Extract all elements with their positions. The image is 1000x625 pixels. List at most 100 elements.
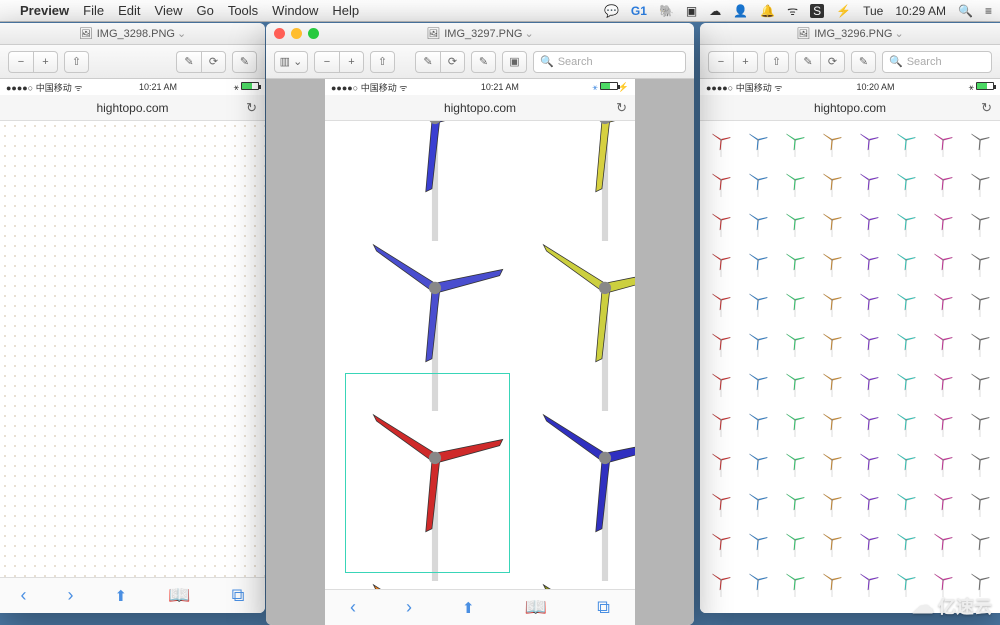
forward-button[interactable]: › — [406, 597, 412, 618]
mini-turbine[interactable] — [924, 523, 961, 563]
mini-turbine[interactable] — [813, 203, 850, 243]
reload-icon[interactable]: ↻ — [616, 100, 627, 116]
mini-turbine[interactable] — [739, 523, 776, 563]
traffic-lights[interactable] — [274, 28, 319, 39]
menu-help[interactable]: Help — [332, 3, 359, 18]
mini-turbine[interactable] — [850, 363, 887, 403]
menu-go[interactable]: Go — [196, 3, 213, 18]
mini-turbine[interactable] — [776, 523, 813, 563]
mini-turbine[interactable] — [924, 243, 961, 283]
mini-turbine[interactable] — [961, 283, 998, 323]
titlebar[interactable]: 🖼 IMG_3297.PNG ⌄ — [266, 23, 694, 45]
mini-turbine[interactable] — [702, 363, 739, 403]
s-icon[interactable]: S — [810, 4, 824, 18]
search-field[interactable]: 🔍Search — [882, 51, 992, 73]
mini-turbine[interactable] — [813, 403, 850, 443]
back-button[interactable]: ‹ — [350, 597, 356, 618]
rotate-button[interactable]: ⟳ — [201, 51, 226, 73]
mini-turbine[interactable] — [739, 363, 776, 403]
mini-turbine[interactable] — [924, 283, 961, 323]
turbine[interactable] — [355, 551, 515, 589]
spotlight-icon[interactable]: 🔍 — [958, 4, 973, 18]
mini-turbine[interactable] — [776, 363, 813, 403]
mini-turbine[interactable] — [739, 443, 776, 483]
mini-turbine[interactable] — [850, 323, 887, 363]
mini-turbine[interactable] — [887, 403, 924, 443]
mini-turbine[interactable] — [887, 323, 924, 363]
zoom-in-button[interactable]: + — [733, 51, 758, 73]
forward-button[interactable]: › — [68, 585, 74, 606]
mini-turbine[interactable] — [739, 483, 776, 523]
user-icon[interactable]: 👤 — [733, 4, 748, 18]
mini-turbine[interactable] — [776, 203, 813, 243]
mini-turbine[interactable] — [924, 323, 961, 363]
mini-turbine[interactable] — [776, 483, 813, 523]
zoom-out-button[interactable]: − — [314, 51, 339, 73]
mini-turbine[interactable] — [961, 363, 998, 403]
mini-turbine[interactable] — [776, 403, 813, 443]
mini-turbine[interactable] — [813, 123, 850, 163]
phone-body-dots[interactable] — [0, 121, 265, 577]
chevron-down-icon[interactable]: ⌄ — [525, 27, 534, 40]
mini-turbine[interactable] — [702, 243, 739, 283]
share-icon[interactable]: ⬆︎ — [462, 599, 475, 617]
mini-turbine[interactable] — [850, 283, 887, 323]
zoom-out-button[interactable]: − — [708, 51, 733, 73]
menu-view[interactable]: View — [155, 3, 183, 18]
mini-turbine[interactable] — [813, 283, 850, 323]
mini-turbine[interactable] — [813, 443, 850, 483]
mini-turbine[interactable] — [739, 203, 776, 243]
mini-turbine[interactable] — [961, 243, 998, 283]
bell-icon[interactable]: 🔔 — [760, 4, 775, 18]
zoom-in-button[interactable]: + — [339, 51, 364, 73]
share-icon[interactable]: ⬆︎ — [115, 587, 128, 605]
mini-turbine[interactable] — [961, 483, 998, 523]
menu-icon[interactable]: ≡ — [985, 4, 992, 18]
mini-turbine[interactable] — [739, 163, 776, 203]
mini-turbine[interactable] — [850, 243, 887, 283]
mini-turbine[interactable] — [702, 323, 739, 363]
mini-turbine[interactable] — [961, 403, 998, 443]
menu-file[interactable]: File — [83, 3, 104, 18]
mini-turbine[interactable] — [850, 163, 887, 203]
mini-turbine[interactable] — [702, 563, 739, 603]
mini-turbine[interactable] — [813, 563, 850, 603]
mini-turbine[interactable] — [739, 243, 776, 283]
bookmarks-icon[interactable]: 📖 — [525, 597, 547, 618]
mini-turbine[interactable] — [924, 363, 961, 403]
menu-window[interactable]: Window — [272, 3, 318, 18]
mini-turbine[interactable] — [887, 203, 924, 243]
mini-turbine[interactable] — [961, 443, 998, 483]
bookmarks-icon[interactable]: 📖 — [168, 585, 190, 606]
mini-turbine[interactable] — [961, 203, 998, 243]
markup-button[interactable]: ✎ — [851, 51, 876, 73]
close-button[interactable] — [274, 28, 285, 39]
mini-turbine[interactable] — [776, 323, 813, 363]
mini-turbine[interactable] — [961, 163, 998, 203]
mini-turbine[interactable] — [813, 323, 850, 363]
mini-turbine[interactable] — [924, 403, 961, 443]
crop-button[interactable]: ▣ — [502, 51, 527, 73]
highlight-button[interactable]: ✎ — [415, 51, 440, 73]
battery-icon[interactable]: ⚡ — [836, 4, 851, 18]
phone-body-turbines[interactable] — [325, 121, 635, 589]
tabs-icon[interactable]: ⧉ — [597, 597, 610, 618]
mini-turbine[interactable] — [924, 203, 961, 243]
mini-turbine[interactable] — [702, 403, 739, 443]
mini-turbine[interactable] — [813, 523, 850, 563]
share-button[interactable]: ⇧ — [370, 51, 395, 73]
mini-turbine[interactable] — [887, 243, 924, 283]
dropbox-icon[interactable]: ▣ — [686, 4, 697, 18]
zoom-button[interactable] — [308, 28, 319, 39]
mini-turbine[interactable] — [739, 403, 776, 443]
titlebar[interactable]: 🖼 IMG_3298.PNG ⌄ — [0, 23, 265, 45]
mini-turbine[interactable] — [776, 163, 813, 203]
evernote-icon[interactable]: 🐘 — [659, 4, 674, 18]
reload-icon[interactable]: ↻ — [246, 100, 257, 116]
menu-tools[interactable]: Tools — [228, 3, 258, 18]
phone-body-turbines[interactable] — [700, 121, 1000, 613]
mini-turbine[interactable] — [887, 483, 924, 523]
mini-turbine[interactable] — [702, 123, 739, 163]
mini-turbine[interactable] — [961, 523, 998, 563]
cloud-icon[interactable]: ☁ — [709, 4, 721, 18]
